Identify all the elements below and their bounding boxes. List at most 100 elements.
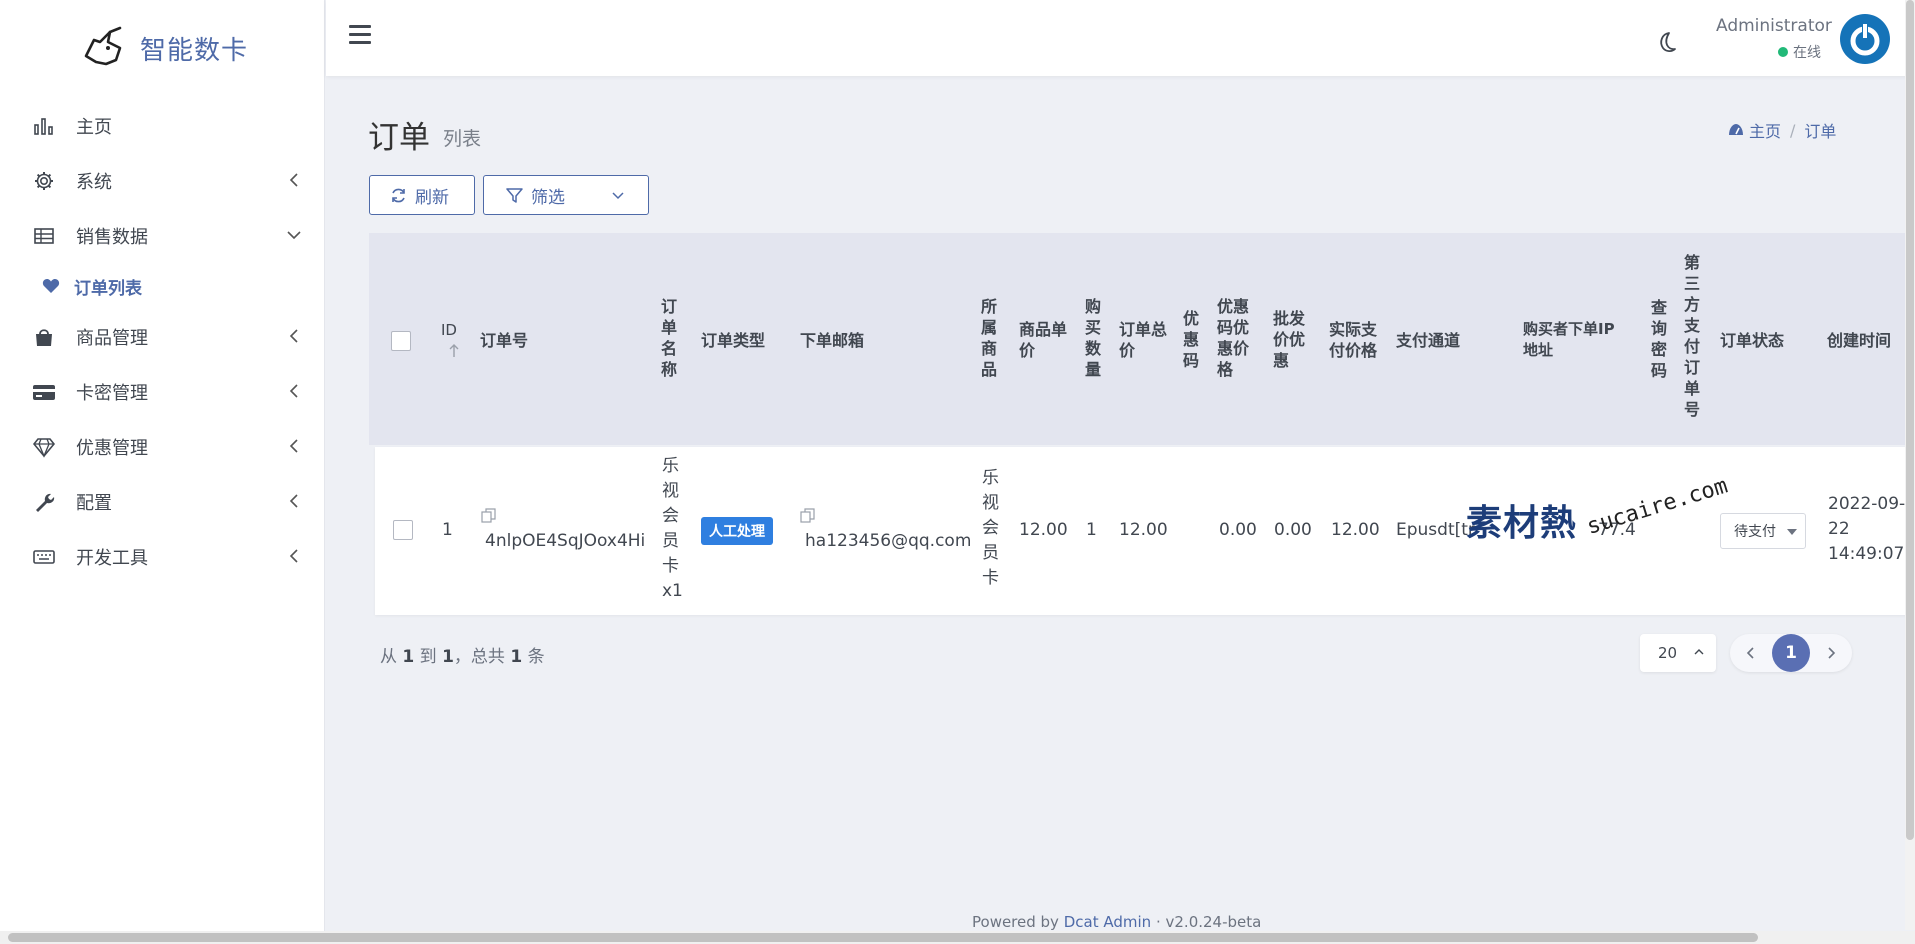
- cell-title: 乐视会员卡x1: [662, 456, 683, 601]
- column-header-ip: 购买者下单IP地址: [1523, 320, 1615, 359]
- vertical-scrollbar[interactable]: [1905, 0, 1915, 930]
- dark-mode-moon-icon[interactable]: [1652, 30, 1678, 56]
- sidebar-item-system[interactable]: 系统: [0, 153, 325, 208]
- pagination-summary: 从 1 到 1，总共 1 条: [380, 642, 545, 667]
- watermark: 素材熱 sucaire.com: [1466, 473, 1731, 562]
- column-header-wholesale-discount: 批发价优惠: [1273, 309, 1306, 370]
- top-navbar: Administrator 在线: [326, 0, 1915, 76]
- user-name[interactable]: Administrator: [1716, 16, 1832, 36]
- select-all-checkbox[interactable]: [391, 331, 411, 351]
- copy-icon[interactable]: [481, 508, 497, 524]
- sidebar-item-home[interactable]: 主页: [0, 98, 325, 153]
- user-status: 在线: [1778, 42, 1821, 62]
- column-header-goods-price: 商品单价: [1019, 320, 1068, 360]
- unicorn-logo-icon: [84, 26, 122, 66]
- table-icon: [32, 224, 56, 248]
- chevron-left-icon: [287, 436, 301, 456]
- sidebar-item-config[interactable]: 配置: [0, 474, 325, 529]
- per-page-select[interactable]: 20: [1640, 634, 1716, 672]
- pagination: 1: [1730, 634, 1852, 672]
- order-status-select[interactable]: 待支付: [1720, 513, 1806, 549]
- summary-total: 1: [510, 647, 523, 667]
- column-header-order-sn[interactable]: 订单号: [480, 330, 528, 351]
- sidebar: 智能数卡 主页 系统 销售数据 订单列表 商品管理 卡密管理 优惠管理 配置 开…: [0, 0, 325, 944]
- brand-name: 智能数卡: [140, 35, 249, 66]
- sidebar-item-goods[interactable]: 商品管理: [0, 309, 325, 364]
- refresh-button[interactable]: 刷新: [369, 175, 475, 215]
- power-logo-icon: [1842, 16, 1888, 62]
- chevron-left-icon: [287, 381, 301, 401]
- sidebar-item-label: 配置: [76, 492, 112, 514]
- horizontal-scrollbar[interactable]: [0, 931, 1915, 944]
- chevron-up-icon: [1694, 649, 1704, 655]
- chevron-left-icon[interactable]: [1742, 644, 1760, 662]
- online-dot-icon: [1778, 47, 1788, 57]
- credit-card-icon: [32, 380, 56, 404]
- breadcrumb: 主页 / 订单: [1728, 118, 1836, 142]
- sort-arrow-up-icon[interactable]: [448, 343, 460, 358]
- chevron-left-icon: [287, 546, 301, 566]
- column-header-coupon-discount: 优惠码优惠价格: [1217, 297, 1250, 379]
- horizontal-scroll-thumb[interactable]: [8, 933, 1758, 942]
- cell-order-sn: 4nlpOE4SqJOox4Hi: [485, 531, 646, 551]
- chevron-left-icon: [287, 170, 301, 190]
- per-page-value: 20: [1658, 644, 1678, 662]
- sidebar-item-sales[interactable]: 销售数据: [0, 208, 325, 263]
- dashboard-icon: [1729, 124, 1743, 135]
- shopping-bag-icon: [32, 325, 56, 349]
- column-header-buy-amount: 购买数量: [1085, 297, 1102, 379]
- chevron-right-icon[interactable]: [1822, 644, 1840, 662]
- bar-chart-icon: [32, 114, 56, 138]
- powered-by: Powered by Dcat Admin · v2.0.24-beta: [972, 913, 1261, 931]
- version-text: · v2.0.24-beta: [1155, 913, 1262, 931]
- sidebar-item-coupons[interactable]: 优惠管理: [0, 419, 325, 474]
- heart-icon: [42, 279, 60, 293]
- user-status-text: 在线: [1793, 45, 1821, 61]
- column-header-id[interactable]: ID: [441, 320, 457, 341]
- vertical-scroll-thumb[interactable]: [1906, 0, 1914, 840]
- column-header-created-at: 创建时间: [1827, 331, 1892, 350]
- column-header-coupon: 优惠码: [1183, 309, 1200, 370]
- sidebar-item-label: 商品管理: [76, 327, 148, 349]
- powered-prefix: Powered by: [972, 913, 1059, 931]
- sidebar-nav: 主页 系统 销售数据 订单列表 商品管理 卡密管理 优惠管理 配置 开发工具: [0, 98, 325, 584]
- watermark-zh: 素材熱: [1466, 503, 1578, 544]
- breadcrumb-separator: /: [1790, 120, 1796, 140]
- chevron-left-icon: [287, 326, 301, 346]
- filter-button[interactable]: 筛选: [483, 175, 649, 215]
- cell-total-price: 12.00: [1119, 520, 1168, 540]
- column-header-pay: 支付通道: [1396, 331, 1461, 350]
- cell-pay: Epusdt[tr: [1396, 520, 1475, 540]
- chevron-left-icon: [287, 491, 301, 511]
- cell-id: 1: [442, 520, 453, 540]
- sidebar-item-order-list[interactable]: 订单列表: [0, 263, 325, 309]
- dcat-admin-link[interactable]: Dcat Admin: [1064, 913, 1151, 931]
- summary-mid: 到: [419, 647, 437, 667]
- column-header-status: 订单状态: [1720, 331, 1785, 350]
- column-header-actual-price: 实际支付价格: [1329, 320, 1378, 360]
- sidebar-item-label: 销售数据: [76, 226, 148, 248]
- summary-total-prefix: ，总共: [453, 647, 505, 667]
- breadcrumb-home[interactable]: 主页: [1749, 118, 1781, 142]
- chevron-down-icon: [287, 225, 301, 245]
- menu-toggle-icon[interactable]: [349, 25, 371, 47]
- gear-icon: [32, 169, 56, 193]
- column-header-title: 订单名称: [661, 297, 678, 379]
- keyboard-icon: [32, 545, 56, 569]
- brand[interactable]: 智能数卡: [80, 24, 248, 72]
- sidebar-item-label: 主页: [76, 116, 112, 138]
- row-checkbox[interactable]: [393, 520, 413, 540]
- cell-buy-amount: 1: [1086, 520, 1097, 540]
- page-title: 订单: [368, 120, 430, 156]
- page-subtitle: 列表: [443, 128, 482, 150]
- column-header-trade-no: 第三方支付订单号: [1684, 253, 1701, 419]
- page-current[interactable]: 1: [1772, 634, 1810, 672]
- sidebar-item-devtools[interactable]: 开发工具: [0, 529, 325, 584]
- copy-icon[interactable]: [800, 508, 816, 524]
- cell-actual-price: 12.00: [1331, 520, 1380, 540]
- chevron-down-icon: [612, 192, 624, 200]
- summary-suffix: 条: [527, 647, 545, 667]
- cell-goods-price: 12.00: [1019, 520, 1068, 540]
- sidebar-item-cards[interactable]: 卡密管理: [0, 364, 325, 419]
- avatar[interactable]: [1840, 14, 1890, 64]
